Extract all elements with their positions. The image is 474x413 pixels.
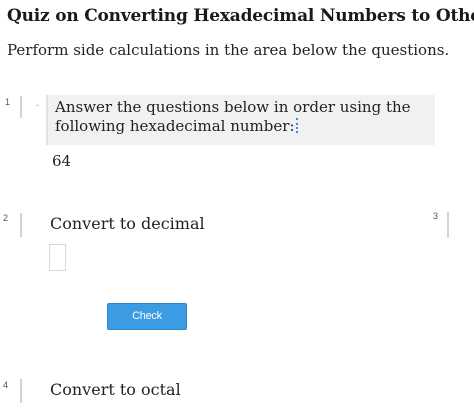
question-1-margin-bar bbox=[20, 96, 22, 118]
page-title: Quiz on Converting Hexadecimal Numbers t… bbox=[7, 6, 474, 26]
check-button[interactable]: Check bbox=[107, 303, 187, 330]
hex-number-value: 64 bbox=[52, 152, 72, 170]
comment-marker-icon[interactable]: ‸ bbox=[36, 96, 39, 107]
question-number-3: 3 bbox=[433, 211, 439, 221]
question-2-text: Convert to decimal bbox=[50, 214, 205, 233]
question-3-margin-bar bbox=[447, 212, 449, 238]
question-number-1: 1 bbox=[5, 97, 11, 107]
question-number-2: 2 bbox=[3, 213, 9, 223]
question-4-text: Convert to octal bbox=[50, 380, 181, 399]
text-cursor bbox=[296, 118, 300, 133]
question-2-margin-bar bbox=[20, 213, 22, 237]
decimal-answer-input[interactable] bbox=[49, 244, 66, 271]
question-4-margin-bar bbox=[20, 379, 22, 403]
question-1-text[interactable]: Answer the questions below in order usin… bbox=[55, 98, 433, 136]
question-1-block[interactable]: Answer the questions below in order usin… bbox=[46, 95, 435, 145]
question-number-4: 4 bbox=[3, 380, 9, 390]
quiz-page: Quiz on Converting Hexadecimal Numbers t… bbox=[0, 0, 474, 413]
question-1-label: Answer the questions below in order usin… bbox=[55, 98, 411, 135]
page-subtitle: Perform side calculations in the area be… bbox=[7, 41, 450, 59]
